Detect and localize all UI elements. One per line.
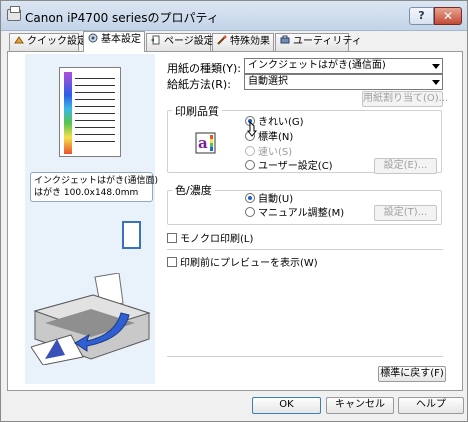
media-type-select[interactable]: インクジェットはがき(通信面) — [244, 58, 443, 74]
radio-selected-icon — [245, 193, 255, 203]
preview-before-print-label: 印刷前にプレビューを表示(W) — [180, 258, 318, 269]
tab-effects[interactable]: 特殊効果 — [212, 33, 274, 51]
preview-line — [75, 127, 115, 128]
color-settings-button[interactable]: 設定(T)... — [374, 205, 437, 221]
paper-source-select[interactable]: 自動選択 — [244, 74, 443, 90]
paper-allocation-button[interactable]: 用紙割り当て(O)... — [362, 91, 448, 107]
preview-before-print-checkbox[interactable]: 印刷前にプレビューを表示(W) — [167, 257, 318, 270]
orientation-icon — [122, 221, 141, 249]
cancel-button[interactable]: キャンセル — [326, 397, 394, 414]
preview-line — [75, 134, 115, 135]
paper-size-text: はがき 100.0x148.0mm — [34, 188, 139, 198]
paper-source-value: 自動選択 — [248, 76, 288, 87]
color-manual-radio[interactable]: マニュアル調整(M) — [245, 207, 344, 220]
color-auto-label: 自動(U) — [258, 194, 294, 205]
window-title: Canon iP4700 seriesのプロパティ — [25, 11, 219, 25]
preview-line — [75, 113, 115, 114]
tab-label: 特殊効果 — [230, 36, 270, 47]
paper-info-box: インクジェットはがき(通信面) はがき 100.0x148.0mm — [30, 172, 159, 202]
quality-standard-label: 標準(N) — [258, 132, 294, 143]
tab-utility[interactable]: ユーティリティ — [275, 33, 362, 51]
svg-text:a: a — [198, 134, 208, 152]
ok-button[interactable]: OK — [252, 397, 321, 414]
main-icon — [88, 33, 98, 43]
preview-line — [75, 78, 115, 79]
chevron-down-icon — [432, 80, 440, 85]
quality-custom-label: ユーザー設定(C) — [258, 161, 333, 172]
tab-main[interactable]: 基本設定 — [83, 31, 145, 52]
preview-line — [75, 120, 115, 121]
help-button[interactable]: ヘルプ — [398, 397, 464, 414]
print-quality-title: 印刷品質 — [172, 103, 222, 119]
preview-line — [75, 92, 115, 93]
tab-label: 基本設定 — [101, 34, 141, 45]
checkbox-icon — [167, 257, 177, 267]
effects-icon — [217, 35, 227, 45]
media-type-label: 用紙の種類(Y): — [167, 62, 242, 75]
divider — [167, 249, 443, 250]
defaults-button[interactable]: 標準に戻す(F) — [378, 366, 446, 382]
radio-icon — [245, 207, 255, 217]
divider — [167, 356, 443, 357]
help-title-button[interactable]: ? — [409, 7, 434, 25]
preview-line — [75, 99, 115, 100]
printer-illustration-icon — [31, 273, 151, 365]
utility-icon — [280, 35, 290, 44]
chevron-down-icon — [432, 64, 440, 69]
quality-fast-radio[interactable]: 速い(S) — [245, 146, 292, 159]
tab-strip: クイック設定 基本設定 ページ設定 特殊効果 ユーティリティ — [7, 31, 463, 52]
media-type-value: インクジェットはがき(通信面) — [248, 60, 386, 71]
tab-label: クイック設定 — [27, 36, 87, 47]
checkbox-icon — [167, 233, 177, 243]
preview-line — [75, 85, 115, 86]
grayscale-label: モノクロ印刷(L) — [180, 234, 254, 245]
paper-type-text: インクジェットはがき(通信面) — [34, 176, 159, 186]
color-intensity-title: 色/濃度 — [172, 182, 215, 198]
quality-custom-radio[interactable]: ユーザー設定(C) — [245, 160, 333, 173]
tab-quick-setup[interactable]: クイック設定 — [9, 33, 87, 51]
title-bar: Canon iP4700 seriesのプロパティ ? ✕ — [1, 1, 467, 31]
radio-icon — [245, 160, 255, 170]
close-button[interactable]: ✕ — [434, 7, 462, 25]
quality-settings-button[interactable]: 設定(E)... — [374, 158, 437, 174]
quick-setup-icon — [14, 36, 24, 44]
color-manual-label: マニュアル調整(M) — [258, 208, 345, 219]
grayscale-checkbox[interactable]: モノクロ印刷(L) — [167, 233, 253, 246]
printer-icon — [7, 6, 21, 21]
properties-dialog: Canon iP4700 seriesのプロパティ ? ✕ クイック設定 基本設… — [0, 0, 468, 422]
tab-page-setup[interactable]: ページ設定 — [146, 33, 214, 51]
color-bar-image — [64, 72, 72, 154]
quality-fast-label: 速い(S) — [258, 147, 293, 158]
tab-label: ページ設定 — [164, 36, 214, 47]
preview-line — [75, 141, 115, 142]
color-auto-radio[interactable]: 自動(U) — [245, 193, 293, 206]
preview-line — [75, 106, 115, 107]
tab-label: ユーティリティ — [293, 36, 362, 47]
quality-high-label: きれい(G) — [258, 117, 304, 128]
mouse-cursor-icon — [247, 121, 258, 137]
radio-icon — [245, 146, 255, 156]
paper-source-label: 給紙方法(R): — [167, 78, 231, 91]
print-quality-icon: a — [195, 132, 216, 154]
print-preview-thumbnail — [59, 67, 121, 157]
page-setup-icon — [151, 35, 160, 45]
